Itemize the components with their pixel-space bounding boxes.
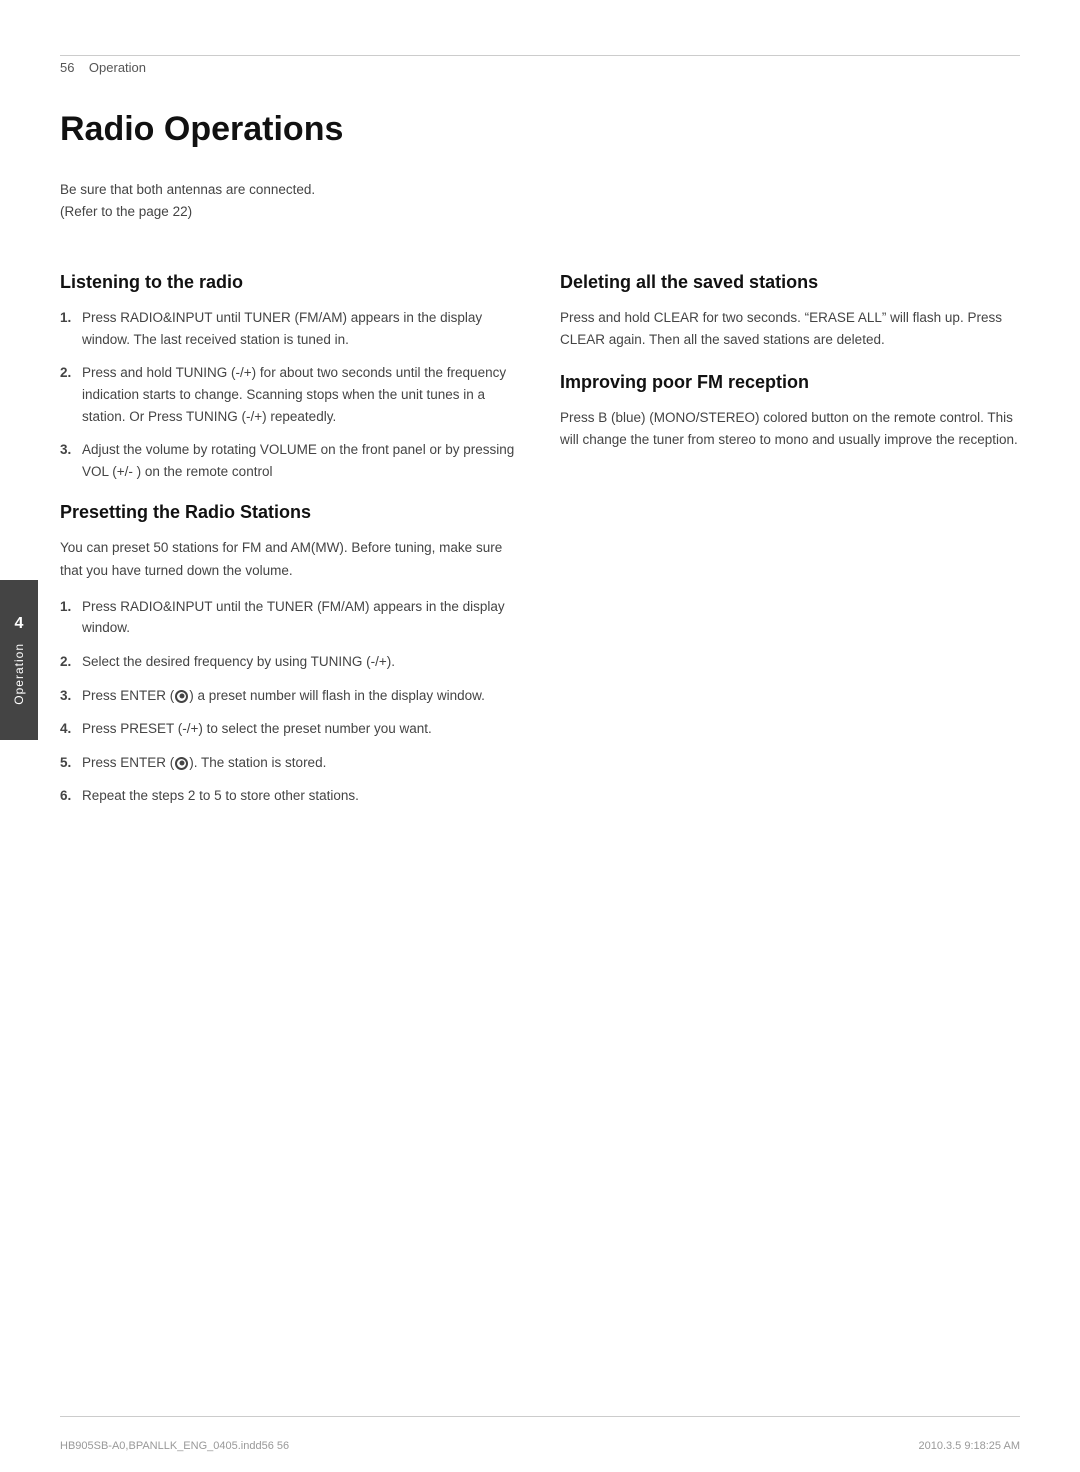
fm-reception-title: Improving poor FM reception — [560, 372, 1020, 393]
list-item: 1. Press RADIO&INPUT until TUNER (FM/AM)… — [60, 307, 520, 350]
page-footer: HB905SB-A0,BPANLLK_ENG_0405.indd56 56 20… — [60, 1440, 1020, 1452]
footer-left: HB905SB-A0,BPANLLK_ENG_0405.indd56 56 — [60, 1440, 289, 1452]
listening-title: Listening to the radio — [60, 272, 520, 293]
page-border-top — [60, 55, 1020, 56]
two-col-layout: Listening to the radio 1. Press RADIO&IN… — [60, 252, 1020, 819]
list-item: 2. Press and hold TUNING (-/+) for about… — [60, 362, 520, 427]
col-right: Deleting all the saved stations Press an… — [560, 252, 1020, 819]
page-header: 56 Operation — [60, 60, 1020, 75]
listening-steps: 1. Press RADIO&INPUT until TUNER (FM/AM)… — [60, 307, 520, 482]
page-number: 56 Operation — [60, 60, 146, 75]
sidebar-tab: 4 Operation — [0, 580, 38, 740]
deleting-text: Press and hold CLEAR for two seconds. “E… — [560, 307, 1020, 352]
presetting-title: Presetting the Radio Stations — [60, 502, 520, 523]
intro-text: Be sure that both antennas are connected… — [60, 179, 1020, 222]
page-title: Radio Operations — [60, 110, 1020, 149]
main-content: Radio Operations Be sure that both anten… — [60, 90, 1020, 1402]
list-item: 5. Press ENTER (). The station is stored… — [60, 752, 520, 774]
page-border-bottom — [60, 1416, 1020, 1417]
list-item: 2. Select the desired frequency by using… — [60, 651, 520, 673]
deleting-title: Deleting all the saved stations — [560, 272, 1020, 293]
enter-icon-2 — [175, 757, 188, 770]
list-item: 3. Press ENTER () a preset number will f… — [60, 685, 520, 707]
fm-reception-text: Press B (blue) (MONO/STEREO) colored but… — [560, 407, 1020, 452]
footer-right: 2010.3.5 9:18:25 AM — [918, 1440, 1020, 1452]
enter-icon — [175, 690, 188, 703]
col-left: Listening to the radio 1. Press RADIO&IN… — [60, 252, 520, 819]
presetting-intro: You can preset 50 stations for FM and AM… — [60, 537, 520, 582]
list-item: 1. Press RADIO&INPUT until the TUNER (FM… — [60, 596, 520, 639]
list-item: 4. Press PRESET (-/+) to select the pres… — [60, 718, 520, 740]
list-item: 3. Adjust the volume by rotating VOLUME … — [60, 439, 520, 482]
sidebar-tab-number: 4 — [15, 615, 24, 633]
presetting-steps: 1. Press RADIO&INPUT until the TUNER (FM… — [60, 596, 520, 807]
list-item: 6. Repeat the steps 2 to 5 to store othe… — [60, 785, 520, 807]
sidebar-tab-label: Operation — [12, 643, 26, 705]
